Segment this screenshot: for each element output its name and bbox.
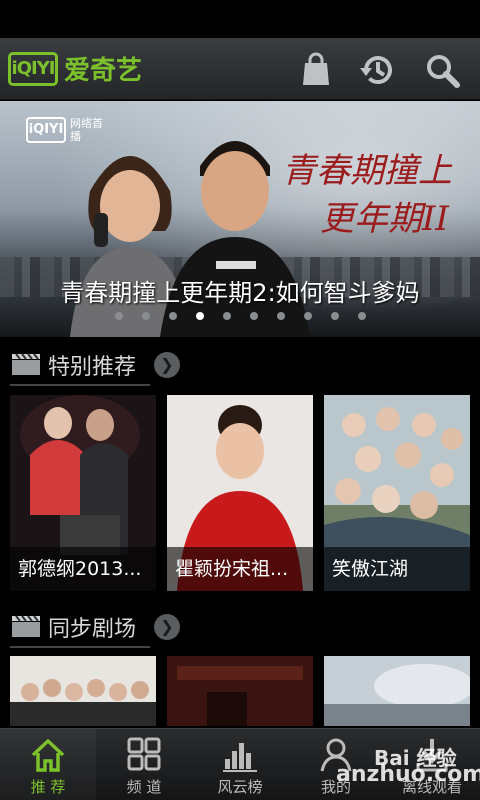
logo-name: 爱奇艺 xyxy=(64,56,143,86)
banner-title: 青春期撞上更年期2:如何智斗爹妈 xyxy=(60,279,420,307)
shopping-bag-button[interactable] xyxy=(296,50,336,90)
app-logo: iQIYI 爱奇艺 xyxy=(8,50,142,87)
tab-channels[interactable]: 频 道 xyxy=(96,729,192,800)
video-card[interactable] xyxy=(10,656,156,726)
grid-icon xyxy=(127,737,161,771)
section-more-arrow-icon[interactable]: ❯ xyxy=(154,614,180,640)
tab-rankings[interactable]: 风云榜 xyxy=(192,729,288,800)
section-divider xyxy=(10,384,150,386)
page-dot[interactable] xyxy=(168,312,177,320)
banner-badge: iQIYI xyxy=(26,117,66,143)
watermark-line2: anzhuo.com xyxy=(336,762,480,787)
section-more-arrow-icon[interactable]: ❯ xyxy=(154,352,180,378)
page-dot[interactable] xyxy=(195,312,204,320)
history-icon xyxy=(360,56,392,84)
video-card[interactable]: 笑傲江湖 xyxy=(324,395,470,591)
card-caption: 郭德纲2013... xyxy=(10,547,156,591)
watermark: Bai 经验 anzhuo.com xyxy=(336,742,480,798)
page-dot[interactable] xyxy=(114,312,123,320)
featured-banner[interactable]: iQIYI 网络首播 青春期撞上 更年期II 青春期撞上更年期2:如何智斗爹妈 xyxy=(0,101,480,337)
banner-iqiyi-logo: iQIYI 网络首播 xyxy=(26,117,104,143)
banner-badge-sub: 网络首播 xyxy=(70,117,103,143)
poster-image xyxy=(167,656,313,726)
video-card[interactable] xyxy=(167,656,313,726)
section-divider xyxy=(10,646,150,648)
section-header-sync-theater[interactable]: 同步剧场 ❯ xyxy=(0,606,480,648)
card-caption: 笑傲江湖 xyxy=(324,547,470,591)
calligraphy-line1: 青春期撞上 xyxy=(282,151,452,191)
video-card[interactable]: 郭德纲2013... xyxy=(10,395,156,591)
page-dot[interactable] xyxy=(357,312,366,320)
section-header-recommended[interactable]: 特别推荐 ❯ xyxy=(0,344,480,386)
page-dot[interactable] xyxy=(276,312,285,320)
tab-label: 推 荐 xyxy=(30,778,66,796)
shopping-bag-icon xyxy=(303,52,329,85)
home-icon xyxy=(31,739,65,772)
tab-label: 风云榜 xyxy=(217,778,263,796)
bar-chart-icon xyxy=(223,743,257,772)
tab-label: 频 道 xyxy=(126,778,162,796)
tab-recommend[interactable]: 推 荐 xyxy=(0,729,96,800)
search-icon xyxy=(427,55,460,88)
status-bar xyxy=(0,0,480,38)
film-clapper-icon xyxy=(12,615,40,637)
section-title: 特别推荐 xyxy=(48,355,137,380)
page-dot[interactable] xyxy=(222,312,231,320)
film-clapper-icon xyxy=(12,353,40,375)
poster-image xyxy=(324,656,470,726)
history-button[interactable] xyxy=(358,50,398,90)
page-dot[interactable] xyxy=(330,312,339,320)
video-card[interactable]: 瞿颖扮宋祖... xyxy=(167,395,313,591)
banner-page-indicator xyxy=(0,312,480,326)
logo-badge: iQIYI xyxy=(8,51,58,86)
calligraphy-line2: 更年期II xyxy=(320,199,449,239)
page-dot[interactable] xyxy=(303,312,312,320)
page-dot[interactable] xyxy=(141,312,150,320)
banner-calligraphy-title: 青春期撞上 更年期II xyxy=(280,143,470,253)
poster-image xyxy=(10,656,156,726)
video-card[interactable] xyxy=(324,656,470,726)
card-caption: 瞿颖扮宋祖... xyxy=(167,547,313,591)
page-dot[interactable] xyxy=(249,312,258,320)
section-title: 同步剧场 xyxy=(48,617,137,642)
search-button[interactable] xyxy=(422,50,462,90)
app-header: iQIYI 爱奇艺 xyxy=(0,38,480,100)
